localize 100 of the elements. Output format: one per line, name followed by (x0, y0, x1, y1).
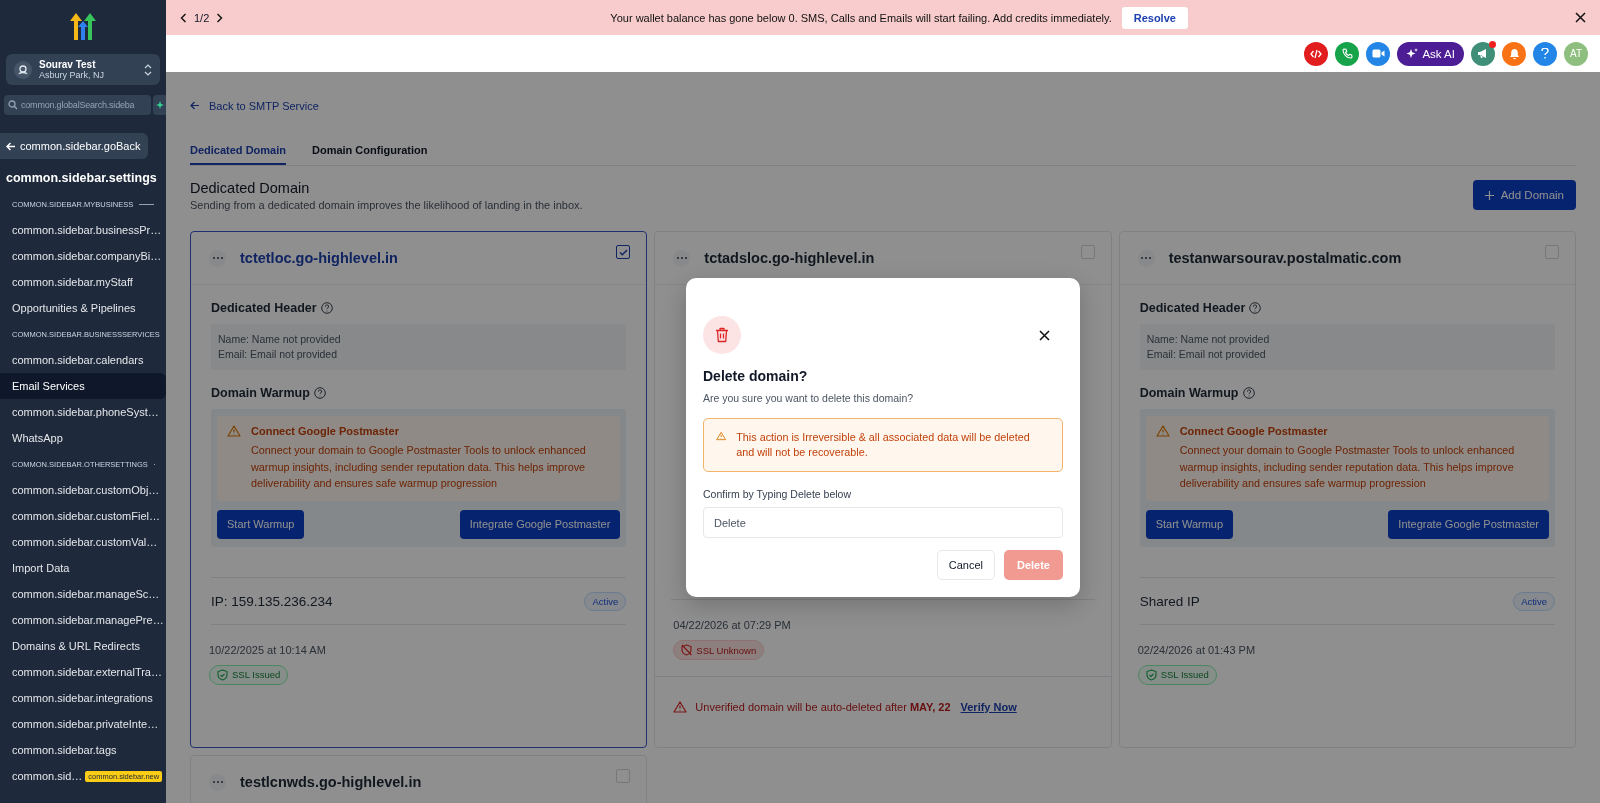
more-options-button[interactable] (673, 249, 691, 267)
sender-name: Name: Name not provided (1146, 332, 1271, 347)
close-icon[interactable] (1039, 329, 1050, 341)
domain-name: testlcnwds.go-highlevel.in (240, 774, 423, 790)
ssl-status-pill: SSL Unknown (673, 640, 765, 660)
confirm-input[interactable]: Delete (703, 507, 1063, 538)
chevron-left-icon[interactable] (180, 12, 187, 23)
sidebar-item[interactable]: common.sidebar.businessPr… (0, 217, 166, 243)
sidebar-item[interactable]: Opportunities & Pipelines (0, 295, 166, 321)
tab[interactable]: Domain Configuration (311, 138, 428, 165)
sidebar-item-label: common.sidebar.privateInte… (12, 718, 159, 730)
warning-text: This action is Irreversible & all associated data will be deleted and will not be recoverable. (736, 430, 1031, 460)
ssl-status-pill: SSL Issued (1137, 664, 1217, 685)
close-icon[interactable] (1575, 12, 1586, 23)
sidebar-item-label: common.sidebar.manageSc… (12, 588, 160, 600)
video-icon[interactable] (1366, 41, 1391, 66)
trash-icon (703, 316, 741, 354)
ip-address: Shared IP (1139, 593, 1200, 609)
sidebar-item[interactable]: Email Services (0, 373, 166, 399)
integrate-button[interactable]: Integrate Google Postmaster (1388, 509, 1549, 539)
arrow-left-icon (190, 101, 200, 110)
account-name: Sourav Test (39, 59, 97, 70)
help-icon[interactable] (1533, 41, 1557, 66)
sidebar-item[interactable]: common.sidebar.customFiel… (0, 503, 166, 529)
more-options-button[interactable] (209, 249, 226, 267)
warning-icon (673, 701, 688, 713)
page-subtitle: Sending from a dedicated domain improves the likelihood of landing in the inbox. (190, 199, 583, 211)
dialog-message: Are you sure you want to delete this domain? (703, 392, 915, 404)
sidebar-item-label: common.sidebar.myStaff (12, 276, 133, 288)
page-title: Dedicated Domain (190, 180, 311, 196)
section-label: Dedicated Header (211, 301, 317, 315)
sidebar-item-label: common.sidebar.companyBi… (12, 250, 162, 262)
sidebar-item[interactable]: Import Data (0, 555, 166, 581)
status-pill: Active (584, 591, 627, 611)
more-options-button[interactable] (1137, 249, 1155, 267)
code-icon[interactable] (1304, 41, 1329, 66)
sidebar-item[interactable]: WhatsApp (0, 425, 166, 451)
help-icon (1249, 302, 1262, 314)
start-warmup-button[interactable]: Start Warmup (1145, 509, 1234, 539)
pager-count: 1/2 (194, 11, 210, 24)
sidebar-item[interactable]: common.sidebar.managePre… (0, 607, 166, 633)
confirm-label: Confirm by Typing Delete below (703, 488, 853, 500)
created-date: 04/22/2026 at 07:29 PM (673, 619, 792, 631)
ask-ai-button[interactable]: Ask AI (1397, 41, 1464, 66)
back-button[interactable]: common.sidebar.goBack (0, 133, 149, 159)
warning-icon (716, 430, 727, 442)
sidebar-item-label: common.sidebar.managePre… (12, 614, 164, 626)
sidebar-item[interactable]: common.sidebar.companyBi… (0, 243, 166, 269)
sidebar-item-label: common.sidebar.customVal… (12, 536, 158, 548)
banner-message: Your wallet balance has gone below 0. SMS, Calls and Emails will start failing. Add credits immediately. (610, 11, 1112, 24)
announcements-button[interactable] (1471, 41, 1495, 66)
sidebar-item[interactable]: common.sidebar.privateInte… (0, 711, 166, 737)
sidebar-item-label: common.sidebar.integrations (12, 692, 153, 704)
search-field[interactable]: common.globalSearch.sideba (4, 95, 151, 115)
checkbox[interactable] (616, 245, 631, 259)
sidebar-item-label: WhatsApp (12, 432, 63, 444)
help-icon (313, 387, 326, 399)
sidebar-item[interactable]: Domains & URL Redirects (0, 633, 166, 659)
sidebar-item[interactable]: common.sidebar.phoneSyst… (0, 399, 166, 425)
arrow-left-icon (6, 141, 16, 151)
sidebar-item-label: common.sidebar.externalTra… (12, 666, 162, 678)
sidebar-item-label: common.sidebar.businessPr… (12, 224, 162, 236)
sidebar-item-label: Domains & URL Redirects (12, 640, 140, 652)
integrate-button[interactable]: Integrate Google Postmaster (459, 509, 621, 539)
sidebar-item[interactable]: common.sidebar.customObj… (0, 477, 166, 503)
sidebar-title: common.sidebar.settings (6, 170, 158, 187)
tab[interactable]: Dedicated Domain (190, 138, 286, 165)
sidebar-item[interactable]: common.sidebar.customVal… (0, 529, 166, 555)
chevron-right-icon[interactable] (216, 12, 224, 23)
add-domain-button[interactable]: Add Domain (1472, 180, 1576, 210)
sidebar-item[interactable]: common.sidebar.calendars (0, 347, 166, 373)
start-warmup-button[interactable]: Start Warmup (217, 509, 305, 539)
more-options-button[interactable] (209, 773, 226, 791)
alert-title: Connect Google Postmaster (251, 425, 399, 437)
sidebar-item-label: common.sidebar.phoneSyst… (12, 406, 159, 418)
resolve-button[interactable]: Resolve (1121, 6, 1188, 29)
domain-name: testanwarsourav.postalmatic.com (1168, 250, 1403, 266)
quick-action-button[interactable] (153, 95, 166, 115)
status-pill: Active (1513, 591, 1555, 611)
help-icon (320, 302, 333, 314)
ip-address: IP: 159.135.236.234 (211, 593, 333, 609)
sidebar-item[interactable]: common.sidebar.integrations (0, 685, 166, 711)
created-date: 02/24/2026 at 01:43 PM (1137, 643, 1257, 656)
sidebar-item-label: common.sid… (12, 770, 83, 782)
sidebar-item[interactable]: common.sidebar.externalTra… (0, 659, 166, 685)
sparkle-icon (1406, 47, 1419, 60)
sidebar-item[interactable]: common.sidebar.myStaff (0, 269, 166, 295)
sidebar-item[interactable]: common.sidebar.tags (0, 737, 166, 763)
help-icon (1242, 387, 1255, 399)
domain-name: tctadsloc.go-highlevel.in (704, 250, 876, 266)
verify-now-link[interactable]: Verify Now (960, 701, 1017, 713)
back-link[interactable]: Back to SMTP Service (190, 99, 319, 112)
sidebar-item-label: Email Services (12, 380, 85, 392)
sender-name: Name: Name not provided (218, 332, 342, 347)
sidebar-item[interactable]: common.sidebar.manageSc… (0, 581, 166, 607)
account-switcher[interactable]: Sourav Test Asbury Park, NJ (6, 54, 160, 85)
sidebar-item-label: common.sidebar.customObj… (12, 484, 160, 496)
cancel-button[interactable]: Cancel (936, 550, 995, 580)
phone-icon[interactable] (1335, 41, 1360, 66)
bell-icon[interactable] (1502, 41, 1526, 66)
